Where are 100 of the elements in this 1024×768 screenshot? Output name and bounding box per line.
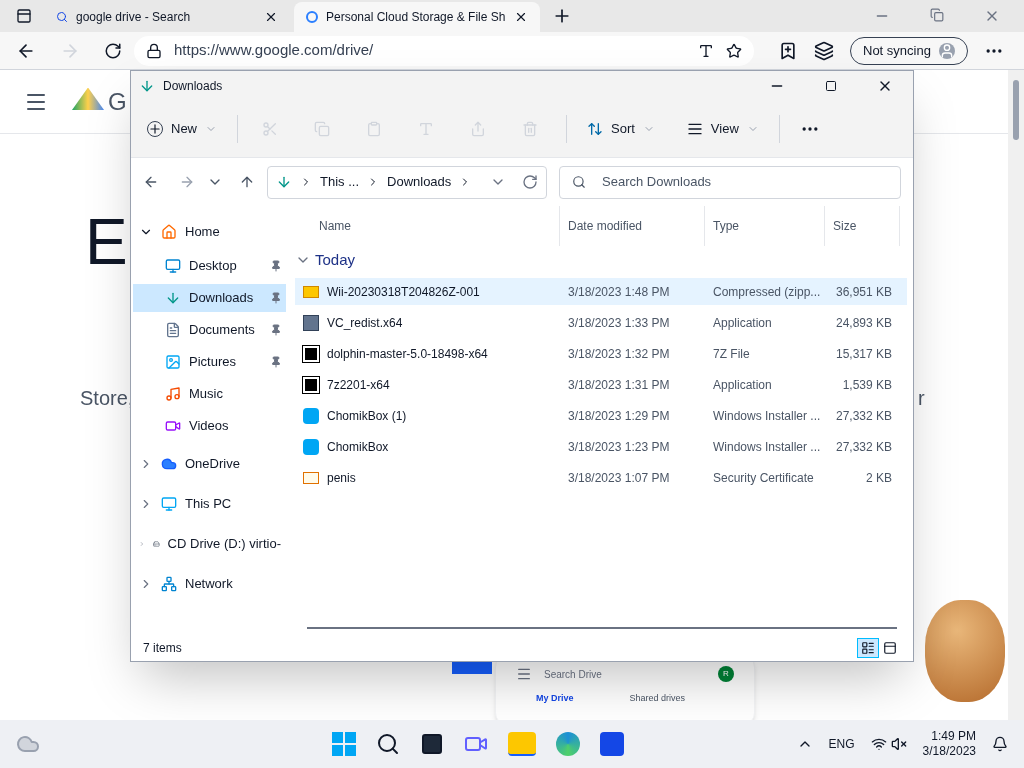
cloud-icon (161, 456, 177, 472)
zip-folder-icon (303, 285, 319, 298)
address-bar[interactable]: https://www.google.com/drive/ (134, 35, 754, 66)
type-cell-text: Security Certificate (712, 469, 815, 487)
file-name: 7z2201-x64 (327, 376, 390, 394)
type-cell-text: Windows Installer ... (712, 438, 822, 456)
read-aloud-icon[interactable] (698, 42, 714, 59)
network-icon[interactable] (870, 736, 887, 752)
search-field[interactable]: Search Downloads (559, 165, 901, 199)
download-icon (139, 78, 155, 94)
file-name: VC_redist.x64 (327, 314, 403, 332)
desktop-icon (165, 258, 181, 274)
task-view-icon[interactable] (420, 732, 445, 756)
status-text: 7 items (143, 640, 183, 657)
close-icon[interactable] (514, 10, 528, 24)
nav-item[interactable]: Documents (133, 316, 286, 344)
start-icon[interactable] (332, 732, 357, 756)
notification-icon[interactable] (992, 736, 1008, 752)
browser-icon[interactable] (556, 732, 581, 756)
installer-icon (303, 314, 319, 331)
size-cell-text: 27,332 KB (834, 407, 893, 425)
date-cell-text: 3/18/2023 1:23 PM (567, 438, 671, 456)
nav-item[interactable]: Home (131, 216, 289, 248)
monitor-icon (161, 496, 177, 512)
nav-item[interactable]: Videos (133, 412, 286, 440)
logo-text: G (108, 86, 127, 117)
file-row[interactable]: Wii-20230318T204826Z-001 3/18/2023 1:48 PM Compressed (zipp... 36,951 KB (295, 278, 907, 305)
nav-item[interactable]: Pictures (133, 348, 286, 376)
picture-icon (165, 354, 181, 370)
scrollbar[interactable] (1008, 70, 1024, 720)
address-bar[interactable]: This ... Downloads (267, 165, 547, 199)
clock[interactable]: 1:49 PM 3/18/2023 (922, 729, 976, 759)
url-text: https://www.google.com/drive/ (174, 40, 375, 61)
file-row[interactable]: ChomikBox 3/18/2023 1:23 PM Windows Installer ... 27,332 KB (295, 433, 907, 460)
nav-item[interactable]: This PC (131, 488, 289, 520)
nav-item[interactable]: Network (131, 568, 289, 600)
column-header[interactable]: Size (825, 206, 900, 246)
nav-item[interactable]: CD Drive (D:) virtio- (131, 528, 289, 560)
file-name: penis (327, 469, 356, 487)
file-explorer-icon[interactable] (508, 732, 537, 756)
breadcrumb-item[interactable]: This ... (320, 172, 359, 192)
sort-icon (587, 121, 603, 137)
collections-icon[interactable] (814, 40, 834, 61)
size-cell-text: 1,539 KB (841, 376, 893, 394)
search-icon (572, 175, 586, 189)
file-row[interactable]: VC_redist.x64 3/18/2023 1:33 PM Application 24,893 KB (295, 309, 907, 336)
pin-icon (270, 356, 282, 368)
breadcrumb-item[interactable]: Downloads (387, 172, 452, 192)
store-icon[interactable] (600, 732, 625, 756)
size-cell-text: 27,332 KB (834, 438, 893, 456)
certificate-icon (303, 471, 319, 484)
group-header[interactable]: Today (315, 248, 356, 272)
type-cell-text: Windows Installer ... (712, 407, 822, 425)
download-icon (276, 174, 292, 190)
nav-item[interactable]: Desktop (133, 252, 286, 280)
nav-item[interactable]: Downloads (133, 284, 286, 312)
nav-item[interactable]: OneDrive (131, 448, 289, 480)
maximize-icon[interactable] (825, 80, 837, 92)
file-row[interactable]: penis 3/18/2023 1:07 PM Security Certificate 2 KB (295, 464, 907, 491)
document-icon (165, 322, 181, 338)
date-cell-text: 3/18/2023 1:48 PM (567, 283, 671, 301)
view-button[interactable]: View (686, 119, 759, 139)
plus-icon (147, 121, 163, 137)
browser-tab[interactable]: Personal Cloud Storage & File Sh (294, 2, 540, 32)
up-icon[interactable] (239, 174, 255, 190)
tab-title: Personal Cloud Storage & File Sh (326, 9, 506, 26)
search-icon (56, 11, 68, 23)
date-cell-text: 3/18/2023 1:33 PM (567, 314, 671, 332)
window-title: Downloads (163, 78, 224, 95)
nav-item[interactable]: Music (133, 380, 286, 408)
type-cell-text: Application (712, 376, 773, 394)
sort-button[interactable]: Sort (587, 119, 655, 139)
type-cell-text: Application (712, 314, 773, 332)
pin-icon (270, 260, 282, 272)
search-icon[interactable] (376, 732, 401, 756)
column-header[interactable]: Name (295, 206, 560, 246)
file-row[interactable]: ChomikBox (1) 3/18/2023 1:29 PM Windows Installer ... 27,332 KB (295, 402, 907, 429)
restore-icon[interactable] (930, 8, 944, 22)
page-heading: E (85, 210, 128, 274)
details-view-button[interactable] (857, 638, 879, 658)
archive-icon (303, 345, 319, 362)
file-row[interactable]: dolphin-master-5.0-18498-x64 3/18/2023 1:32 PM 7Z File 15,317 KB (295, 340, 907, 367)
column-header[interactable]: Type (705, 206, 825, 246)
avatar: R (718, 666, 734, 682)
close-icon[interactable] (264, 10, 278, 24)
browser-tab[interactable]: google drive - Search (44, 2, 290, 32)
google-logo-icon (306, 11, 318, 23)
favorite-icon[interactable] (726, 42, 742, 59)
column-header[interactable]: Date modified (560, 206, 705, 246)
language-indicator[interactable]: ENG (828, 735, 855, 753)
new-button[interactable]: New (147, 119, 217, 139)
home-icon (161, 224, 177, 240)
favorites-icon[interactable] (778, 40, 798, 61)
size-cell-text: 2 KB (865, 469, 893, 487)
volume-icon[interactable] (890, 736, 907, 752)
date-cell-text: 3/18/2023 1:31 PM (567, 376, 671, 394)
file-row[interactable]: 7z2201-x64 3/18/2023 1:31 PM Application 1,539 KB (295, 371, 907, 398)
back-icon[interactable] (143, 174, 159, 190)
refresh-icon[interactable] (104, 41, 122, 60)
music-icon (165, 386, 181, 402)
